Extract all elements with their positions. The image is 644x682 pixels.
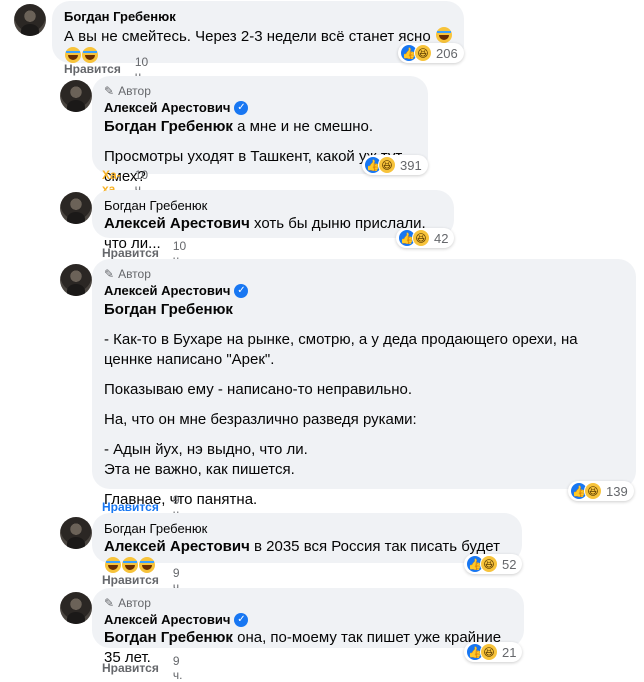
author-badge: ✎ Автор xyxy=(104,84,151,98)
reaction-count: 391 xyxy=(400,157,422,173)
author-name[interactable]: Алексей Арестович ✓ xyxy=(104,100,416,115)
pencil-icon: ✎ xyxy=(104,596,115,610)
verified-badge-icon: ✓ xyxy=(234,100,249,115)
reaction-summary[interactable]: 👍 😆 42 xyxy=(396,228,455,248)
reaction-count: 52 xyxy=(502,556,517,572)
reaction-count: 21 xyxy=(502,644,517,660)
like-button[interactable]: Нравится xyxy=(102,661,159,675)
avatar[interactable] xyxy=(60,592,92,624)
author-badge: ✎ Автор xyxy=(104,267,151,281)
avatar[interactable] xyxy=(60,80,92,112)
comment-actions: Нравится 9 ч. xyxy=(102,654,182,682)
reaction-summary[interactable]: 👍 😆 139 xyxy=(568,481,634,501)
comment-bubble: ✎ Автор Алексей Арестович ✓ Богдан Гребе… xyxy=(92,259,636,508)
comment-bubble: ✎ Автор Алексей Арестович ✓ Богдан Гребе… xyxy=(92,588,524,666)
reaction-summary[interactable]: 👍 😆 391 xyxy=(362,155,428,175)
comment-text: Богдан Гребенюк - Как-то в Бухаре на рын… xyxy=(104,300,624,510)
avatar[interactable] xyxy=(60,264,92,296)
haha-emoji-icon: 😆 xyxy=(412,229,430,247)
comment-bubble: Богдан Гребенюк Алексей Арестович в 2035… xyxy=(92,513,522,573)
author-name[interactable]: Богдан Гребенюк xyxy=(104,198,442,213)
haha-emoji-icon: 😆 xyxy=(378,156,396,174)
avatar[interactable] xyxy=(60,192,92,224)
reaction-summary[interactable]: 👍 😆 206 xyxy=(398,43,464,63)
laughing-emoji-icon xyxy=(435,27,452,43)
comment-text: Богдан Гребенюк а мне и не смешно. Просм… xyxy=(104,118,403,185)
author-name[interactable]: Богдан Гребенюк xyxy=(64,9,452,24)
mention[interactable]: Богдан Гребенюк xyxy=(104,118,233,135)
haha-emoji-icon: 😆 xyxy=(480,555,498,573)
haha-emoji-icon: 😆 xyxy=(584,482,602,500)
timestamp[interactable]: 9 ч. xyxy=(173,654,183,682)
verified-badge-icon: ✓ xyxy=(234,283,249,298)
haha-emoji-icon: 😆 xyxy=(414,44,432,62)
mention[interactable]: Алексей Арестович xyxy=(104,215,250,232)
mention[interactable]: Богдан Гребенюк xyxy=(104,629,233,646)
author-name[interactable]: Богдан Гребенюк xyxy=(104,521,510,536)
reaction-summary[interactable]: 👍 😆 52 xyxy=(464,554,523,574)
like-button[interactable]: Нравится xyxy=(102,500,159,514)
mention[interactable]: Богдан Гребенюк xyxy=(104,300,624,320)
pencil-icon: ✎ xyxy=(104,84,115,98)
pencil-icon: ✎ xyxy=(104,267,115,281)
like-button[interactable]: Нравится xyxy=(102,573,159,587)
reaction-summary[interactable]: 👍 😆 21 xyxy=(464,642,523,662)
avatar[interactable] xyxy=(60,517,92,549)
like-button[interactable]: Нравится xyxy=(64,62,121,76)
author-name[interactable]: Алексей Арестович ✓ xyxy=(104,612,512,627)
verified-badge-icon: ✓ xyxy=(234,612,249,627)
reaction-count: 42 xyxy=(434,230,449,246)
author-badge: ✎ Автор xyxy=(104,596,151,610)
mention[interactable]: Алексей Арестович xyxy=(104,538,250,555)
reaction-count: 139 xyxy=(606,483,628,499)
reaction-count: 206 xyxy=(436,45,458,61)
like-button[interactable]: Нравится xyxy=(102,246,159,260)
avatar[interactable] xyxy=(14,4,46,36)
author-name[interactable]: Алексей Арестович ✓ xyxy=(104,283,624,298)
haha-emoji-icon: 😆 xyxy=(480,643,498,661)
